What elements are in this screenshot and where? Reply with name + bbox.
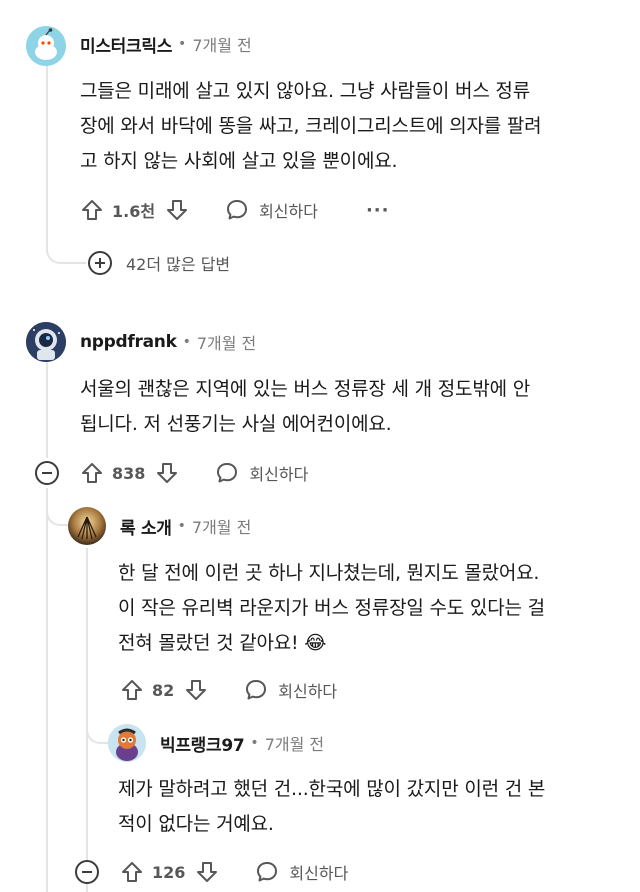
thread-line	[46, 488, 48, 892]
comment-body: 그들은 미래에 살고 있지 않아요. 그냥 사람들이 버스 정류 장에 와서 바…	[80, 74, 542, 179]
upvote-arrow-icon	[122, 862, 142, 882]
timestamp: 7개월 전	[196, 334, 257, 353]
photo-avatar-icon	[68, 507, 106, 545]
comment-line: 한 달 전에 이런 곳 하나 지나쳤는데, 뭔지도 몰랐어요.	[118, 562, 540, 584]
comment-actions: 82 회신하다	[120, 670, 337, 710]
username[interactable]: 빅프랭크97	[160, 731, 245, 756]
more-replies-label: 42더 많은 답변	[126, 255, 231, 274]
comment-line: 제가 말하려고 했던 건...한국에 많이 갔지만 이런 건 본	[118, 778, 546, 800]
upvote-arrow-icon	[122, 680, 142, 700]
downvote-arrow-icon	[186, 680, 207, 700]
comment-actions: 838 회신하다	[80, 453, 308, 493]
comment-line: 그들은 미래에 살고 있지 않아요. 그냥 사람들이 버스 정류	[80, 80, 530, 102]
reply-label: 회신하다	[259, 202, 318, 221]
avatar[interactable]	[26, 322, 66, 362]
username[interactable]: 미스터크릭스	[80, 32, 172, 57]
comment-meta: 빅프랭크97 • 7개월 전	[160, 729, 324, 757]
comment-line: 전혀 몰랐던 것 같아요! 😂	[118, 632, 327, 654]
downvote-button[interactable]	[195, 860, 219, 884]
more-options-icon[interactable]: ···	[366, 200, 390, 221]
timestamp: 7개월 전	[191, 518, 252, 537]
thread-curve	[46, 500, 68, 526]
more-replies-button[interactable]: 42더 많은 답변	[88, 248, 230, 278]
collapse-thread-button[interactable]	[35, 461, 59, 485]
avatar[interactable]	[26, 26, 66, 66]
plus-circle-icon	[88, 251, 112, 275]
reply-label: 회신하다	[249, 465, 309, 484]
reply-button[interactable]: 회신하다	[215, 461, 308, 485]
reply-button[interactable]: 회신하다	[225, 198, 318, 222]
thread-line	[46, 62, 48, 228]
vote-score: 126	[152, 862, 186, 882]
upvote-button[interactable]	[120, 860, 144, 884]
comment-actions: 1.6천 회신하다 ···	[80, 190, 389, 230]
comment-line: 적이 없다는 거예요.	[118, 813, 274, 835]
timestamp: 7개월 전	[264, 735, 325, 754]
downvote-button[interactable]	[155, 461, 179, 485]
upvote-button[interactable]	[120, 678, 144, 702]
comment-line: 이 작은 유리벽 라운지가 버스 정류장일 수도 있다는 걸	[118, 597, 545, 619]
downvote-arrow-icon	[167, 200, 188, 220]
speech-bubble-icon	[246, 680, 267, 700]
snoo-avatar-icon	[108, 724, 146, 762]
comment-line: 됩니다. 저 선풍기는 사실 에어컨이에요.	[80, 413, 392, 435]
downvote-button[interactable]	[184, 678, 208, 702]
snoo-avatar-icon	[26, 26, 66, 66]
comment-meta: nppdfrank • 7개월 전	[80, 328, 256, 356]
vote-score: 1.6천	[112, 202, 156, 221]
reply-button[interactable]: 회신하다	[244, 678, 337, 702]
separator-dot: •	[182, 334, 191, 350]
speech-bubble-icon	[217, 463, 238, 483]
upvote-button[interactable]	[80, 198, 104, 222]
collapse-thread-button[interactable]	[75, 860, 99, 884]
astronaut-avatar-icon	[26, 322, 66, 362]
comment-actions: 126 회신하다	[120, 852, 348, 892]
vote-score: 838	[112, 463, 146, 483]
comment-line: 고 하지 않는 사회에 살고 있을 뿐이에요.	[80, 150, 398, 172]
upvote-arrow-icon	[82, 200, 102, 220]
downvote-arrow-icon	[157, 463, 178, 483]
username[interactable]: 록 소개	[120, 514, 172, 539]
thread-curve	[86, 718, 108, 744]
thread-line	[46, 362, 48, 458]
downvote-button[interactable]	[165, 198, 189, 222]
comment-meta: 록 소개 • 7개월 전	[120, 512, 251, 540]
thread-curve	[46, 226, 86, 264]
reply-button[interactable]: 회신하다	[255, 860, 348, 884]
separator-dot: •	[178, 36, 187, 52]
reply-label: 회신하다	[278, 682, 338, 701]
upvote-button[interactable]	[80, 461, 104, 485]
separator-dot: •	[250, 735, 259, 751]
downvote-arrow-icon	[197, 862, 218, 882]
speech-bubble-icon	[257, 862, 278, 882]
comment-body: 서울의 괜찮은 지역에 있는 버스 정류장 세 개 정도밖에 안 됩니다. 저 …	[80, 372, 530, 442]
vote-score: 82	[152, 680, 175, 700]
avatar[interactable]	[108, 724, 146, 762]
timestamp: 7개월 전	[192, 36, 252, 55]
comment-line: 서울의 괜찮은 지역에 있는 버스 정류장 세 개 정도밖에 안	[80, 378, 530, 400]
username[interactable]: nppdfrank	[80, 332, 177, 352]
comment-body: 한 달 전에 이런 곳 하나 지나쳤는데, 뭔지도 몰랐어요. 이 작은 유리벽…	[118, 556, 545, 661]
comment-meta: 미스터크릭스 • 7개월 전	[80, 30, 252, 58]
avatar[interactable]	[68, 507, 106, 545]
speech-bubble-icon	[227, 200, 248, 220]
separator-dot: •	[177, 518, 186, 534]
reply-label: 회신하다	[289, 864, 349, 883]
comment-body: 제가 말하려고 했던 건...한국에 많이 갔지만 이런 건 본 적이 없다는 …	[118, 772, 545, 842]
comment-line: 장에 와서 바닥에 똥을 싸고, 크레이그리스트에 의자를 팔려	[80, 115, 542, 137]
upvote-arrow-icon	[82, 463, 102, 483]
